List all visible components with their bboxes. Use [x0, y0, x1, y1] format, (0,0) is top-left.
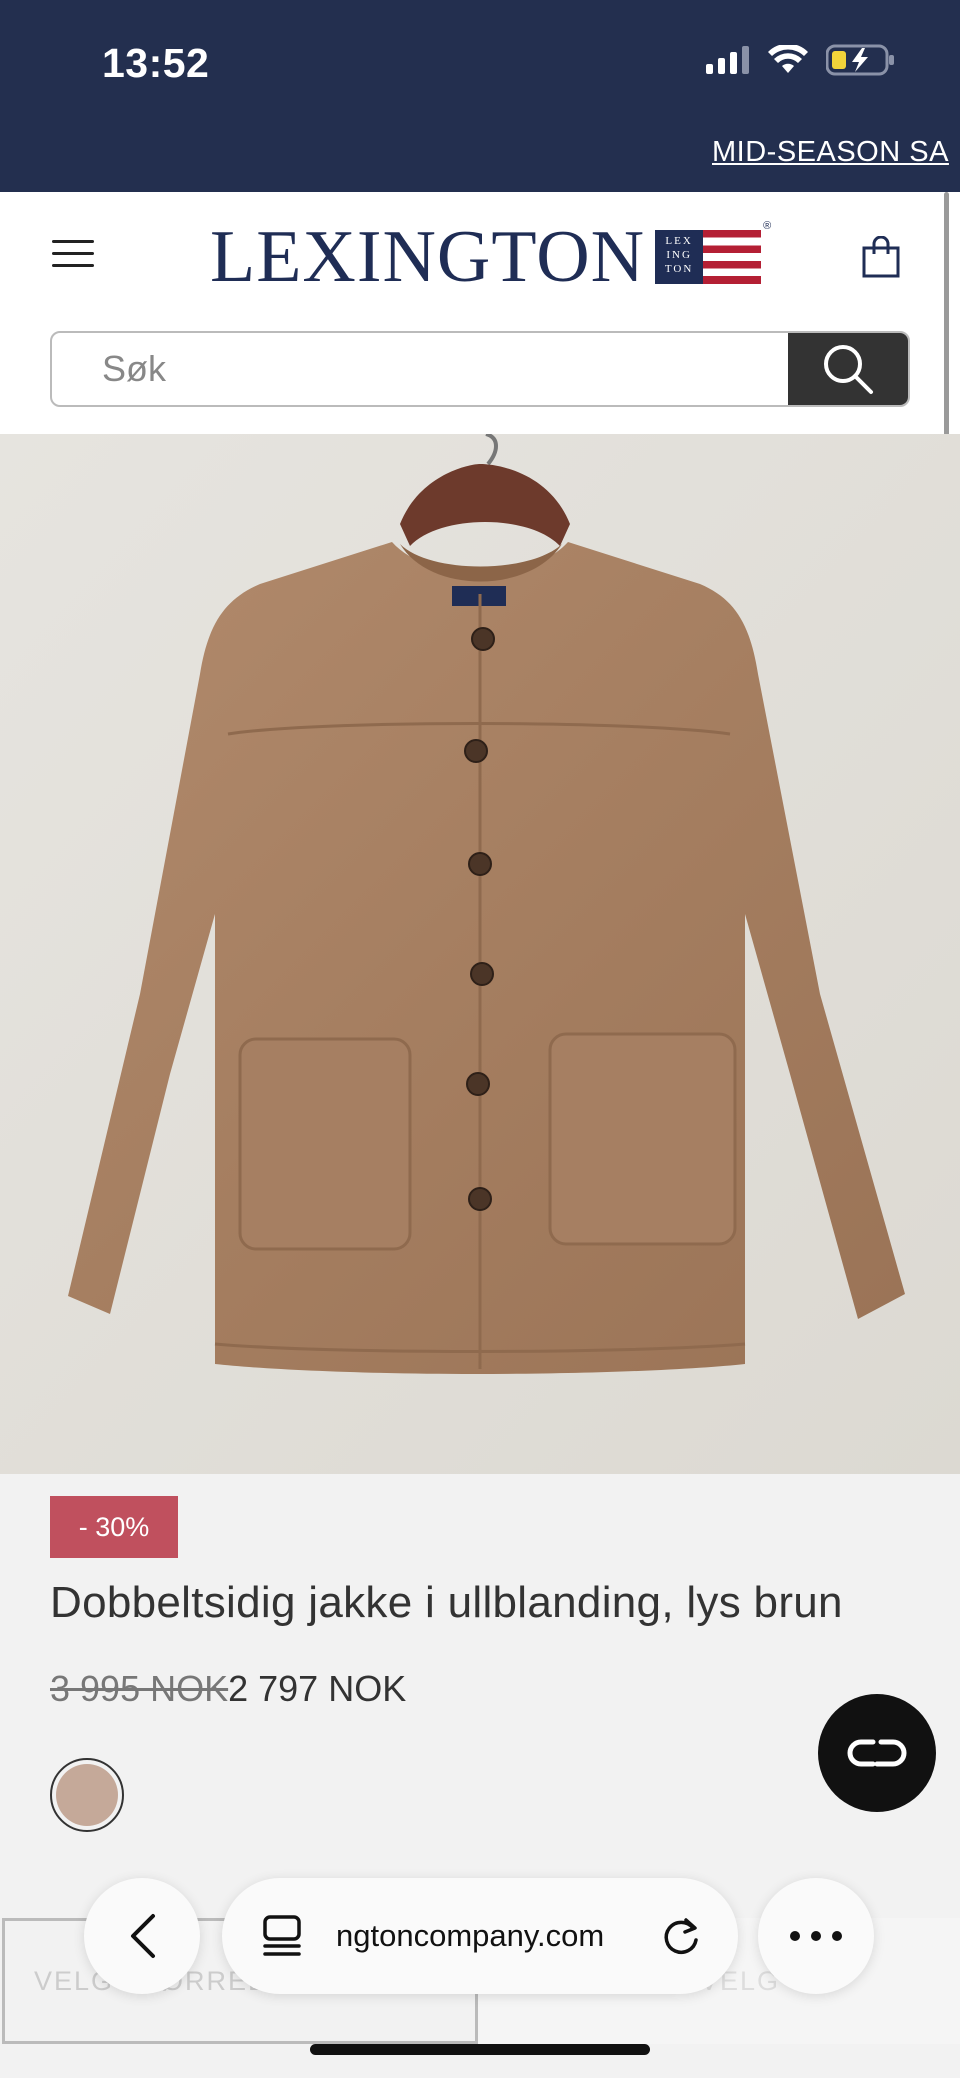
tabs-icon	[263, 1915, 301, 1956]
menu-icon[interactable]	[52, 240, 94, 270]
signal-icon	[706, 46, 749, 74]
price-row: 3 995 NOK2 797 NOK	[50, 1668, 406, 1710]
search-bar	[50, 331, 910, 407]
search-input[interactable]	[52, 333, 790, 405]
browser-back-button[interactable]	[84, 1878, 200, 1994]
browser-url: ngtoncompany.com	[336, 1918, 605, 1953]
page: 13:52 MID-SEASON SA LEXINGTON LEX ING TO…	[0, 0, 960, 2078]
reload-icon[interactable]	[660, 1916, 702, 1958]
shopping-bag-icon[interactable]	[862, 236, 900, 278]
browser-more-button[interactable]	[758, 1878, 874, 1994]
color-swatch	[56, 1764, 118, 1826]
discount-badge: - 30%	[50, 1496, 178, 1558]
home-indicator	[310, 2044, 650, 2055]
browser-address-bar[interactable]: ngtoncompany.com	[222, 1878, 738, 1994]
chat-button[interactable]	[818, 1694, 936, 1812]
color-swatch-selected[interactable]	[50, 1758, 124, 1832]
registered-mark: ®	[763, 220, 772, 232]
chevron-left-icon	[131, 1914, 155, 1958]
search-button[interactable]	[788, 333, 908, 405]
more-icon	[790, 1931, 842, 1941]
product-image[interactable]	[0, 434, 960, 1474]
logo-flag: LEX ING TON	[655, 230, 762, 284]
search-icon	[824, 345, 873, 394]
chat-icon	[847, 1739, 907, 1767]
sale-price: 2 797 NOK	[228, 1668, 407, 1709]
old-price: 3 995 NOK	[50, 1668, 229, 1709]
brand-logo[interactable]: LEXINGTON LEX ING TON ®	[210, 220, 771, 294]
wifi-icon	[768, 45, 808, 73]
logo-flag-text: LEX ING TON	[655, 230, 704, 284]
status-bar: 13:52 MID-SEASON SA	[0, 0, 960, 192]
logo-wordmark: LEXINGTON	[210, 216, 646, 298]
status-time: 13:52	[102, 40, 210, 86]
product-title: Dobbeltsidig jakke i ullblanding, lys br…	[50, 1578, 843, 1627]
promo-link[interactable]: MID-SEASON SA	[712, 136, 949, 169]
status-icons	[706, 44, 896, 76]
battery-icon	[826, 44, 894, 76]
